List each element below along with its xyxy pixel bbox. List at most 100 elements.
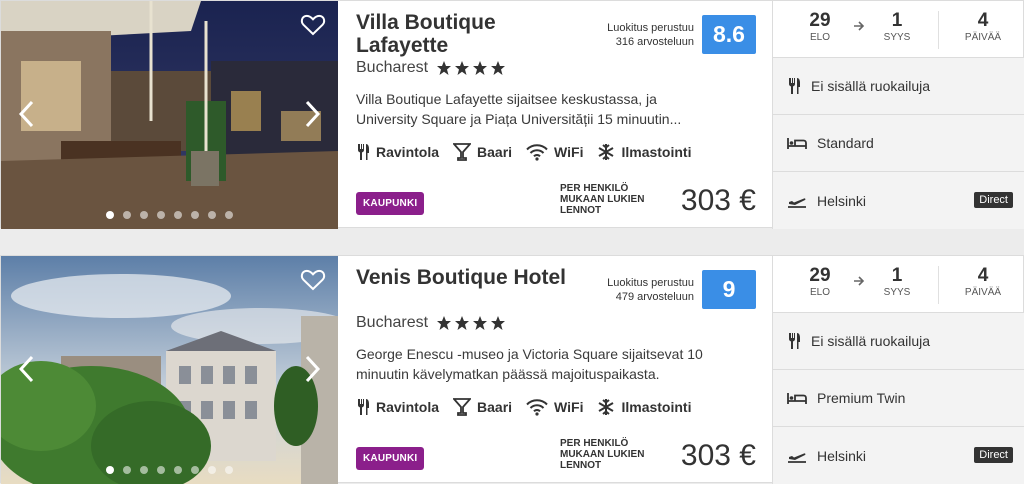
amenity-wifi: WiFi [526,143,583,161]
chevron-left-icon[interactable] [17,99,37,129]
wifi-icon [526,144,548,161]
photo-dot[interactable] [174,211,182,219]
departure-month: ELO [809,287,830,298]
photo-dot[interactable] [191,466,199,474]
arrow-right-icon [854,21,865,31]
price[interactable]: 303 € [681,439,756,473]
rating-badge: 8.6 [702,15,756,54]
category-tag: KAUPUNKI [356,192,425,215]
hotel-city: Bucharest [356,59,429,76]
hotel-photo[interactable] [1,256,338,484]
price-caption-line: PER HENKILÖ [560,183,629,194]
hotel-description: Villa Boutique Lafayette sijaitsee kesku… [356,89,761,129]
hotel-photo[interactable] [1,1,338,229]
trip-dates[interactable]: 29 ELO 1 SYYS 4 PÄIVÄÄ [773,256,1024,313]
flight-info[interactable]: Helsinki Direct [773,172,1024,229]
star-rating [436,60,506,76]
rating-badge: 9 [702,270,756,309]
photo-dot[interactable] [157,211,165,219]
rating-caption-line: Luokitus perustuu [607,22,694,34]
heart-icon[interactable] [300,268,326,292]
hotel-card[interactable]: Villa Boutique Lafayette Bucharest Luoki… [0,0,1024,229]
hotel-name[interactable]: Villa Boutique Lafayette [356,11,576,57]
amenity-restaurant: Ravintola [356,398,439,416]
flight-info[interactable]: Helsinki Direct [773,427,1024,484]
room-type-label: Premium Twin [817,390,906,406]
price[interactable]: 303 € [681,184,756,218]
chevron-left-icon[interactable] [17,354,37,384]
photo-dot[interactable] [225,466,233,474]
snowflake-icon [598,144,614,160]
price-caption-line: LENNOT [560,460,602,471]
return-day: 1 [891,10,903,31]
hotel-card[interactable]: Venis Boutique Hotel Bucharest Luokitus … [0,255,1024,484]
chevron-right-icon[interactable] [302,99,322,129]
hotel-info: Villa Boutique Lafayette Bucharest Luoki… [338,1,772,229]
photo-dot[interactable] [191,211,199,219]
trip-details: 29 ELO 1 SYYS 4 PÄIVÄÄ Ei sisällä ruokai… [772,1,1024,229]
description-line: George Enescu -museo ja Victoria Square … [356,346,703,362]
price-caption: PER HENKILÖ MUKAAN LUKIEN LENNOT [560,438,644,471]
return-date: 1 SYYS [867,266,927,299]
departure-day: 29 [809,265,831,286]
hotel-info: Venis Boutique Hotel Bucharest Luokitus … [338,256,772,484]
category-tag: KAUPUNKI [356,447,425,470]
photo-dot[interactable] [123,211,131,219]
review-count: 316 arvosteluun [615,36,694,48]
hotel-city: Bucharest [356,314,429,331]
star-icon [473,316,488,330]
star-icon [491,61,506,75]
price-caption-line: LENNOT [560,205,602,216]
price-caption-line: MUKAAN LUKIEN [560,449,645,460]
hotel-photo-image [1,256,338,484]
star-icon [491,316,506,330]
location-row: Bucharest [356,59,506,77]
meal-plan[interactable]: Ei sisällä ruokailuja [773,313,1024,370]
divider [938,11,939,49]
hotel-description: George Enescu -museo ja Victoria Square … [356,344,761,384]
amenity-label: Baari [477,144,513,160]
amenity-label: WiFi [554,399,584,415]
trip-length-unit: PÄIVÄÄ [964,32,1002,43]
chevron-right-icon[interactable] [302,354,322,384]
heart-icon[interactable] [300,13,326,37]
description-line: minuutin kävelymatkan päässä majoituspai… [356,366,660,382]
return-month: SYYS [883,32,911,43]
hotel-name[interactable]: Venis Boutique Hotel [356,266,576,289]
cocktail-icon [453,398,472,416]
star-icon [437,61,452,75]
rating-caption: Luokitus perustuu 479 arvosteluun [607,276,694,304]
photo-dot[interactable] [174,466,182,474]
photo-dot[interactable] [225,211,233,219]
room-type[interactable]: Premium Twin [773,370,1024,427]
star-rating [436,315,506,331]
trip-dates[interactable]: 29 ELO 1 SYYS 4 PÄIVÄÄ [773,1,1024,58]
amenity-label: Baari [477,399,513,415]
photo-dot[interactable] [123,466,131,474]
amenity-label: WiFi [554,144,584,160]
review-count: 479 arvosteluun [615,291,694,303]
star-icon [473,61,488,75]
amenity-aircon: Ilmastointi [597,398,691,416]
amenity-bar: Baari [453,398,512,416]
cutlery-icon [358,399,369,415]
room-type[interactable]: Standard [773,115,1024,172]
trip-length-value: 4 [977,10,989,31]
photo-dot[interactable] [208,466,216,474]
photo-dot[interactable] [157,466,165,474]
description-line: Villa Boutique Lafayette sijaitsee kesku… [356,91,657,107]
amenity-restaurant: Ravintola [356,143,439,161]
meal-plan[interactable]: Ei sisällä ruokailuja [773,58,1024,115]
departure-month: ELO [809,32,830,43]
photo-dots [1,211,338,219]
trip-length-unit: PÄIVÄÄ [964,287,1002,298]
photo-dot[interactable] [140,211,148,219]
photo-dots [1,466,338,474]
amenity-bar: Baari [453,143,512,161]
rating-caption: Luokitus perustuu 316 arvosteluun [607,21,694,49]
photo-dot[interactable] [106,211,114,219]
bed-icon [787,138,807,149]
photo-dot[interactable] [106,466,114,474]
photo-dot[interactable] [140,466,148,474]
photo-dot[interactable] [208,211,216,219]
